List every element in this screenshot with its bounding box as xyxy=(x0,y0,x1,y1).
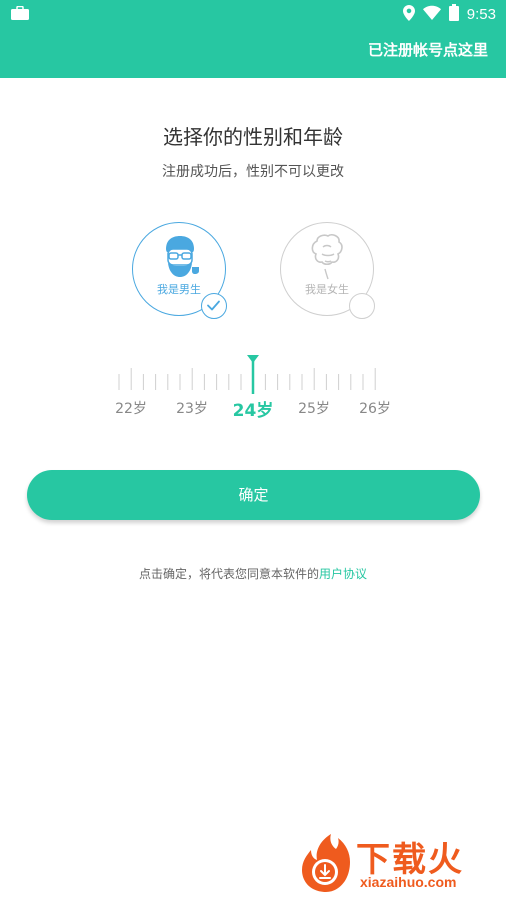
watermark: 下载火 xiazaihuo.com xyxy=(298,830,503,896)
age-picker[interactable]: 22岁 23岁 24岁 25岁 26岁 xyxy=(115,352,391,422)
agreement-prefix: 点击确定，将代表您同意本软件的 xyxy=(138,567,319,581)
agreement-text: 点击确定，将代表您同意本软件的用户协议 xyxy=(0,565,506,582)
confirm-button[interactable]: 确定 xyxy=(27,470,480,520)
app-header: 9:53 已注册帐号点这里 xyxy=(0,0,506,78)
user-agreement-link[interactable]: 用户协议 xyxy=(319,567,367,581)
page-title: 选择你的性别和年龄 xyxy=(163,125,343,149)
status-time: 9:53 xyxy=(466,6,496,23)
male-checkmark-icon xyxy=(201,293,227,319)
age-option[interactable]: 26岁 xyxy=(359,398,391,418)
male-avatar-icon xyxy=(155,233,205,285)
male-option[interactable]: 我是男生 xyxy=(132,222,227,319)
age-option[interactable]: 25岁 xyxy=(298,398,330,418)
age-option[interactable]: 23岁 xyxy=(176,398,208,418)
location-icon xyxy=(402,4,415,25)
battery-icon xyxy=(448,4,459,25)
page-subtitle: 注册成功后，性别不可以更改 xyxy=(162,164,344,180)
flame-logo-icon xyxy=(302,834,350,892)
briefcase-icon xyxy=(10,5,30,25)
female-avatar-icon xyxy=(303,233,353,285)
age-option-selected[interactable]: 24岁 xyxy=(233,396,274,421)
age-option[interactable]: 22岁 xyxy=(115,398,147,418)
registered-account-link[interactable]: 已注册帐号点这里 xyxy=(368,39,488,60)
ruler-ticks xyxy=(118,355,376,394)
age-indicator-pointer-icon xyxy=(247,355,259,363)
female-check-circle xyxy=(349,293,375,319)
status-bar: 9:53 xyxy=(0,0,506,28)
female-option[interactable]: 我是女生 xyxy=(280,222,375,319)
watermark-url: xiazaihuo.com xyxy=(360,874,457,890)
wifi-icon xyxy=(422,5,441,24)
